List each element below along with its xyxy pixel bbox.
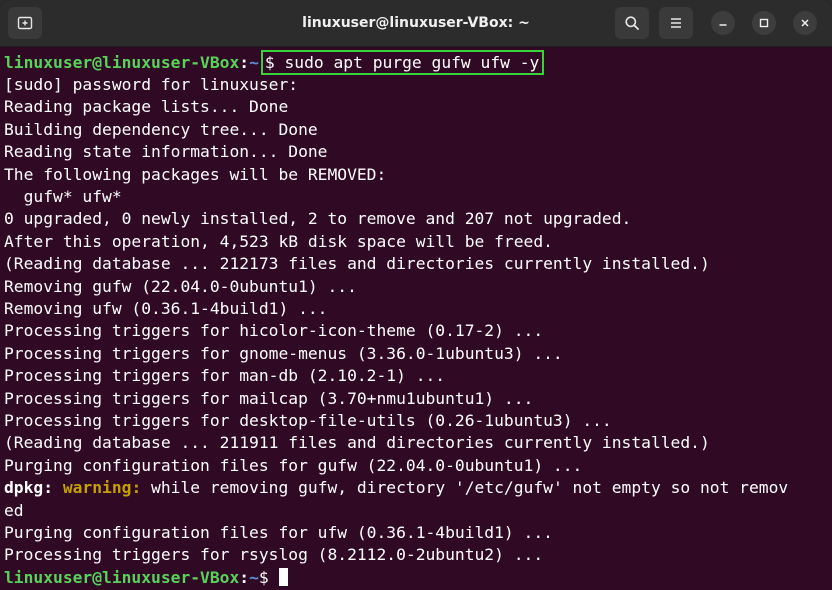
output-line: Building dependency tree... Done — [4, 119, 318, 139]
prompt-line[interactable]: linuxuser@linuxuser-VBox:~$ — [4, 567, 288, 589]
title-bar: linuxuser@linuxuser-VBox: ~ — [0, 0, 832, 47]
output-line: Processing triggers for gnome-menus (3.3… — [4, 343, 563, 363]
output-line: Purging configuration files for ufw (0.3… — [4, 523, 553, 542]
hamburger-menu-icon — [671, 18, 681, 28]
prompt-colon: : — [239, 567, 250, 587]
warning-continuation: ed — [4, 500, 24, 520]
warning-message: while removing gufw, directory '/etc/guf… — [141, 478, 789, 498]
output-line: 0 upgraded, 0 newly installed, 2 to remo… — [4, 209, 632, 229]
output-line: Reading package lists... Done — [4, 97, 289, 117]
output-line: [sudo] password for linuxuser: — [4, 75, 299, 94]
warning-line: dpkg: warning: while removing gufw, dire… — [4, 477, 788, 499]
window-title: linuxuser@linuxuser-VBox: ~ — [302, 15, 530, 31]
minimize-icon — [719, 24, 727, 26]
output-line: Processing triggers for hicolor-icon-the… — [4, 321, 544, 341]
menu-button[interactable] — [659, 7, 693, 39]
terminal-output-area[interactable]: linuxuser@linuxuser-VBox:~ $ sudo apt pur… — [0, 47, 832, 590]
output-line: Processing triggers for rsyslog (8.2112.… — [4, 545, 544, 565]
output-line: Processing triggers for desktop-file-uti… — [4, 411, 612, 430]
output-line: Processing triggers for mailcap (3.70+nm… — [4, 388, 534, 408]
highlighted-command: $ sudo apt purge gufw ufw -y — [260, 50, 545, 75]
output-line: (Reading database ... 211911 files and d… — [4, 433, 710, 453]
dpkg-prefix: dpkg: — [4, 478, 54, 498]
warning-label: warning: — [62, 478, 142, 498]
text-cursor — [278, 567, 288, 586]
new-tab-icon — [17, 16, 33, 30]
prompt-colon: : — [239, 53, 250, 72]
close-icon — [801, 19, 809, 27]
search-icon — [625, 16, 639, 30]
output-line: Reading state information... Done — [4, 142, 328, 162]
output-line: Removing ufw (0.36.1-4build1) ... — [4, 299, 328, 318]
prompt-user-host: linuxuser@linuxuser-VBox — [4, 53, 240, 72]
terminal-window: linuxuser@linuxuser-VBox: ~ linuxuser@li… — [0, 0, 832, 590]
output-line: After this operation, 4,523 kB disk spac… — [4, 231, 553, 251]
search-button[interactable] — [615, 7, 649, 39]
prompt-line: linuxuser@linuxuser-VBox:~ $ sudo apt pur… — [4, 50, 545, 75]
new-tab-button[interactable] — [8, 7, 42, 39]
prompt-symbol: $ — [258, 567, 279, 587]
output-line: Processing triggers for man-db (2.10.2-1… — [4, 366, 446, 386]
maximize-icon — [759, 18, 769, 28]
output-line: Purging configuration files for gufw (22… — [4, 455, 583, 475]
prompt-path: ~ — [249, 53, 259, 72]
minimize-button[interactable] — [711, 11, 735, 35]
close-button[interactable] — [793, 11, 817, 35]
maximize-button[interactable] — [752, 11, 776, 35]
output-line: Removing gufw (22.04.0-0ubuntu1) ... — [4, 276, 357, 296]
output-line: gufw* ufw* — [4, 187, 122, 206]
prompt-user-host: linuxuser@linuxuser-VBox — [4, 567, 240, 587]
output-line: The following packages will be REMOVED: — [4, 164, 387, 184]
output-line: (Reading database ... 212173 files and d… — [4, 254, 710, 274]
prompt-path: ~ — [249, 567, 259, 587]
